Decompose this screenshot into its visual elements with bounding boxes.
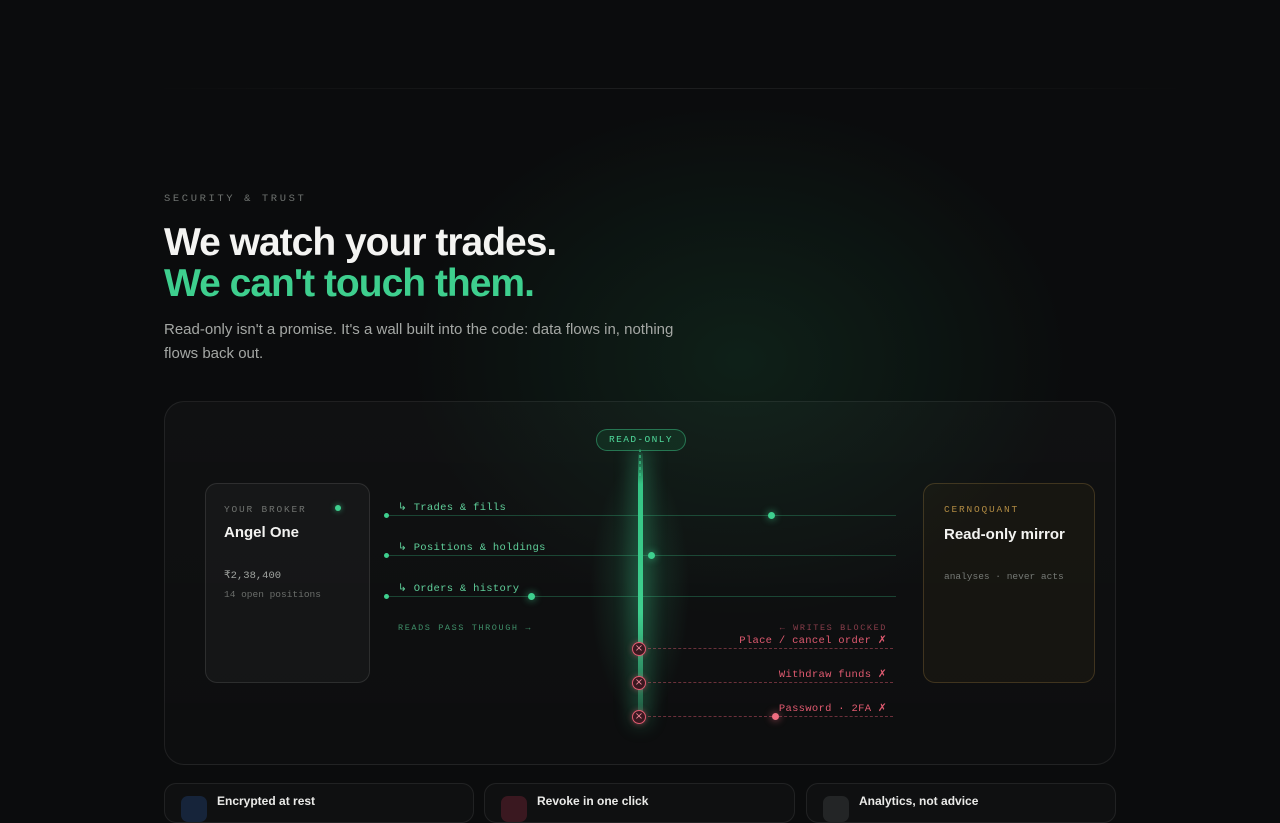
blocked-write-label: Withdraw funds ✗ (778, 669, 887, 681)
feature-card-analytics: Analytics, not advice (806, 783, 1116, 823)
section-headline: We watch your trades. We can't touch the… (164, 221, 557, 305)
blocked-write-label: Password · 2FA ✗ (778, 703, 887, 715)
broker-name: Angel One (224, 524, 300, 541)
read-flow-line (384, 512, 896, 519)
broker-positions: 14 open positions (224, 589, 321, 600)
blocked-x-icon: × (632, 642, 646, 656)
read-flow-label: ↳ Positions & holdings (398, 542, 546, 554)
flow-origin-dot (384, 553, 389, 558)
feature-title: Encrypted at rest (217, 794, 316, 808)
flow-origin-dot (384, 594, 389, 599)
mirror-name: Read-only mirror (944, 526, 1065, 543)
blocked-write-line (648, 648, 893, 649)
feature-card-revoke: Revoke in one click (484, 783, 795, 823)
blocked-x-icon: × (632, 710, 646, 724)
feature-title: Analytics, not advice (859, 794, 979, 808)
blocked-write-label: Place / cancel order ✗ (739, 635, 887, 647)
headline-line-1: We watch your trades. (164, 221, 557, 264)
read-only-badge: READ-ONLY (596, 429, 686, 451)
read-flow-line (384, 593, 896, 600)
blocked-packet-dot (772, 713, 779, 720)
blocked-x-icon: × (632, 676, 646, 690)
feature-card-encryption: Encrypted at rest (164, 783, 474, 823)
writes-caption: ← WRITES BLOCKED (779, 623, 887, 633)
read-flow-label: ↳ Orders & history (398, 583, 520, 595)
broker-kicker: YOUR BROKER (224, 504, 307, 515)
blocked-write-line (648, 716, 893, 717)
section-description: Read-only isn't a promise. It's a wall b… (164, 321, 674, 362)
mirror-card: CERNOQUANT Read-only mirror analyses · n… (923, 483, 1095, 683)
broker-card: YOUR BROKER Angel One ₹2,38,400 14 open … (205, 483, 370, 683)
broker-balance: ₹2,38,400 (224, 570, 282, 582)
connection-status-dot (335, 505, 341, 511)
read-flow-label: ↳ Trades & fills (398, 502, 507, 514)
mirror-tagline: analyses · never acts (944, 571, 1064, 582)
section-eyebrow: SECURITY & TRUST (164, 193, 307, 205)
data-packet-dot (528, 593, 535, 600)
data-packet-dot (768, 512, 775, 519)
blocked-write-line (648, 682, 893, 683)
feature-title: Revoke in one click (537, 794, 649, 808)
headline-line-2: We can't touch them. (164, 262, 535, 305)
reads-caption: READS PASS THROUGH → (398, 623, 533, 633)
data-packet-dot (648, 552, 655, 559)
mirror-kicker: CERNOQUANT (944, 504, 1020, 515)
read-flow-line (384, 552, 896, 559)
header-divider (150, 88, 1190, 89)
flow-origin-dot (384, 513, 389, 518)
